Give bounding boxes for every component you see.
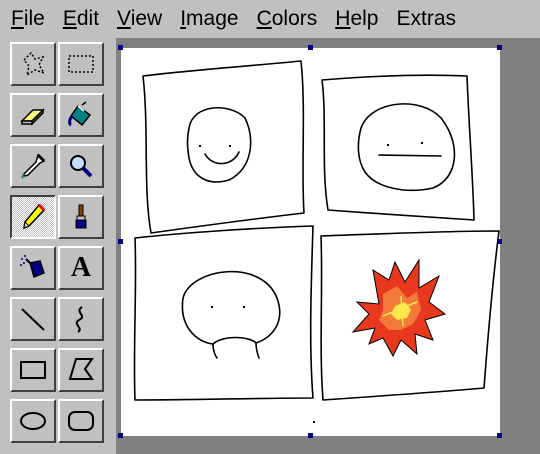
comic-panel-3 bbox=[133, 225, 314, 401]
free-form-select-tool[interactable] bbox=[10, 42, 56, 86]
fill-with-color-tool[interactable] bbox=[58, 93, 104, 137]
menu-edit[interactable]: Edit bbox=[54, 0, 108, 38]
pencil-icon bbox=[23, 203, 46, 230]
line-icon bbox=[21, 308, 45, 331]
drawing bbox=[133, 60, 500, 423]
menu-extras[interactable]: Extras bbox=[387, 0, 465, 38]
menu-view-accel: V bbox=[117, 7, 131, 30]
eyedropper-icon bbox=[21, 153, 46, 179]
magnifier-tool[interactable] bbox=[58, 144, 104, 188]
text-tool[interactable]: A bbox=[58, 246, 104, 290]
menu-file-label: ile bbox=[23, 7, 45, 30]
menu-file-accel: F bbox=[11, 7, 24, 30]
text-tool-icon: A bbox=[70, 252, 92, 283]
ellipse-icon bbox=[20, 412, 46, 430]
rounded-rectangle-tool[interactable] bbox=[58, 399, 104, 443]
menu-help-label: elp bbox=[350, 7, 379, 30]
eraser-tool[interactable] bbox=[10, 93, 56, 137]
rectangle-select-icon bbox=[68, 55, 94, 73]
magnifier-icon bbox=[70, 155, 93, 178]
line-tool[interactable] bbox=[10, 297, 56, 341]
curve-icon bbox=[75, 306, 84, 333]
resize-handle-bottom-left[interactable] bbox=[118, 433, 123, 438]
comic-panel-2 bbox=[321, 74, 475, 221]
airbrush-tool[interactable] bbox=[10, 246, 56, 290]
rounded-rectangle-icon bbox=[68, 411, 94, 431]
menu-colors-label: olors bbox=[271, 7, 318, 30]
ellipse-tool[interactable] bbox=[10, 399, 56, 443]
rectangle-tool[interactable] bbox=[10, 348, 56, 392]
drawing-canvas[interactable] bbox=[118, 45, 502, 438]
resize-handle-right[interactable] bbox=[497, 239, 502, 244]
rectangle-select-tool[interactable] bbox=[58, 42, 104, 86]
menu-view[interactable]: View bbox=[108, 0, 171, 38]
menu-edit-label: dit bbox=[76, 7, 100, 30]
menu-edit-accel: E bbox=[62, 7, 77, 30]
face-1-eye-left bbox=[199, 145, 201, 147]
pencil-tool[interactable] bbox=[10, 195, 56, 239]
face-3-eye-left bbox=[211, 306, 213, 308]
face-2-eye-right bbox=[421, 142, 423, 144]
face-1-mouth bbox=[204, 151, 240, 165]
toolbox: A bbox=[0, 38, 117, 454]
airbrush-icon bbox=[20, 255, 45, 279]
curve-tool[interactable] bbox=[58, 297, 104, 341]
menu-help[interactable]: Help bbox=[326, 0, 387, 38]
resize-handle-top-left[interactable] bbox=[118, 45, 123, 50]
workspace bbox=[117, 38, 540, 454]
face-1-outline bbox=[186, 107, 252, 183]
resize-handle-top[interactable] bbox=[308, 45, 313, 50]
pick-color-tool[interactable] bbox=[10, 144, 56, 188]
stray-dot bbox=[313, 421, 315, 423]
rectangle-icon bbox=[20, 361, 46, 379]
resize-handle-top-right[interactable] bbox=[497, 45, 502, 50]
face-3-outline bbox=[181, 270, 281, 345]
explosion bbox=[351, 258, 447, 358]
brush-tool[interactable] bbox=[58, 195, 104, 239]
menu-colors-accel: C bbox=[256, 7, 272, 30]
face-3-mouth bbox=[212, 342, 260, 359]
menu-image-label: mage bbox=[186, 7, 239, 30]
menu-bar: File Edit View Image Colors Help Extras bbox=[0, 0, 540, 38]
face-3-eye-right bbox=[243, 306, 245, 308]
face-2-eye-left bbox=[387, 144, 389, 146]
comic-panel-1 bbox=[142, 60, 305, 234]
face-2-mouth bbox=[378, 154, 442, 157]
resize-handle-bottom[interactable] bbox=[308, 433, 313, 438]
face-1-eye-right bbox=[229, 145, 231, 147]
resize-handle-left[interactable] bbox=[118, 239, 123, 244]
menu-image[interactable]: Image bbox=[171, 0, 247, 38]
polygon-tool[interactable] bbox=[58, 348, 104, 392]
menu-extras-label: Extras bbox=[396, 7, 456, 30]
face-2-outline bbox=[357, 103, 456, 192]
brush-icon bbox=[75, 204, 87, 229]
menu-view-label: iew bbox=[130, 7, 163, 30]
resize-handle-bottom-right[interactable] bbox=[497, 433, 502, 438]
polygon-icon bbox=[68, 358, 94, 380]
menu-colors[interactable]: Colors bbox=[248, 0, 327, 38]
menu-help-accel: H bbox=[335, 7, 351, 30]
eraser-icon bbox=[20, 108, 45, 126]
menu-file[interactable]: File bbox=[2, 0, 54, 38]
free-form-select-icon bbox=[22, 51, 46, 77]
paint-bucket-icon bbox=[68, 101, 92, 127]
